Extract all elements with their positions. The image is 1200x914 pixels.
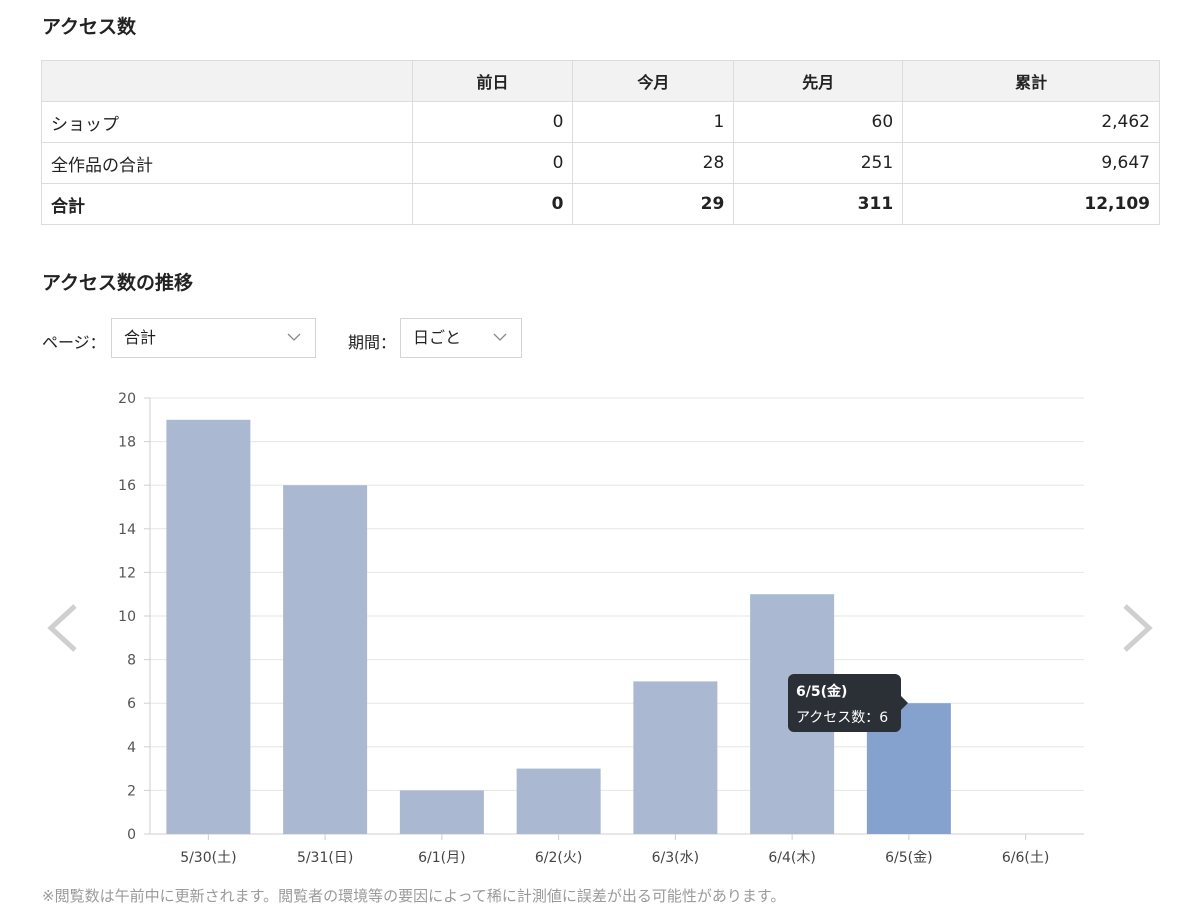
bar	[516, 768, 601, 834]
table-row-all-works: 全作品の合計 0 28 251 9,647	[41, 142, 1160, 184]
bar-tooltip: 6/5(金) アクセス数：6	[788, 674, 908, 732]
y-tick-label: 0	[127, 827, 136, 843]
bar	[633, 681, 718, 834]
y-tick-label: 18	[118, 435, 136, 451]
table-cell: 2,462	[902, 101, 1160, 143]
previous-period-button[interactable]	[45, 600, 79, 656]
chevron-down-icon	[493, 333, 507, 341]
y-tick-label: 10	[118, 609, 136, 625]
page-select[interactable]: 合計	[111, 318, 316, 358]
row-label: 全作品の合計	[41, 142, 413, 184]
chevron-right-icon	[1123, 604, 1153, 652]
y-tick-label: 4	[127, 740, 136, 756]
table-row-shop: ショップ 0 1 60 2,462	[41, 101, 1160, 143]
x-tick-label: 6/5(金)	[885, 850, 932, 866]
page-filter-label: ページ：	[42, 333, 106, 352]
x-tick-label: 5/30(土)	[180, 850, 236, 866]
chevron-down-icon	[287, 333, 301, 341]
row-label: 合計	[41, 183, 413, 225]
tooltip-text: アクセス数：6	[796, 710, 889, 726]
table-header-row: 前日 今月 先月 累計	[41, 60, 1160, 102]
y-tick-label: 8	[127, 653, 136, 669]
footnote: ※閲覧数は午前中に更新されます。閲覧者の環境等の要因によって稀に計測値に誤差が出…	[42, 887, 786, 905]
table-row-total: 合計 0 29 311 12,109	[41, 183, 1160, 225]
x-tick-label: 6/6(土)	[1002, 850, 1049, 866]
access-bar-chart: 0 2 4 6 8 10 12 14 16 18 20 5/30(土) 5/31(日) 6/1(月) 6/2…	[118, 391, 1084, 866]
header-cell-cumulative: 累計	[902, 60, 1160, 102]
bar	[399, 790, 484, 834]
table-cell: 1	[572, 101, 735, 143]
y-tick-label: 14	[118, 522, 136, 538]
row-label: ショップ	[41, 101, 413, 143]
header-cell-blank	[41, 60, 413, 102]
header-cell-this-month: 今月	[572, 60, 735, 102]
x-tick-label: 6/3(水)	[652, 850, 699, 866]
table-cell: 0	[411, 183, 574, 225]
y-tick-label: 12	[118, 565, 136, 581]
tooltip-title: 6/5(金)	[796, 684, 848, 700]
table-cell: 60	[733, 101, 904, 143]
tooltip-arrow	[901, 696, 908, 710]
next-period-button[interactable]	[1121, 600, 1155, 656]
table-cell: 0	[411, 101, 574, 143]
header-cell-previous-day: 前日	[411, 60, 574, 102]
y-tick-label: 16	[118, 478, 136, 494]
table-cell: 12,109	[902, 183, 1160, 225]
table-cell: 9,647	[902, 142, 1160, 184]
table-cell: 311	[733, 183, 904, 225]
y-tick-label: 20	[118, 391, 136, 407]
header-cell-last-month: 先月	[733, 60, 904, 102]
table-cell: 251	[733, 142, 904, 184]
x-tick-label: 6/1(月)	[418, 850, 465, 866]
access-trend-title: アクセス数の推移	[42, 272, 194, 294]
bar	[166, 419, 251, 834]
y-tick-label: 6	[127, 696, 136, 712]
page-select-value: 合計	[124, 328, 157, 347]
table-cell: 29	[572, 183, 735, 225]
x-tick-label: 6/2(火)	[535, 850, 582, 866]
x-tick-label: 6/4(木)	[768, 850, 815, 866]
period-filter-label: 期間：	[348, 333, 397, 352]
period-select-value: 日ごと	[413, 328, 462, 347]
bar	[283, 485, 368, 834]
access-count-title: アクセス数	[42, 16, 137, 38]
chevron-left-icon	[47, 604, 77, 652]
table-cell: 28	[572, 142, 735, 184]
access-stats-table: 前日 今月 先月 累計 ショップ 0 1 60 2,462 全作品の合計 0 2…	[41, 60, 1160, 225]
table-cell: 0	[411, 142, 574, 184]
y-tick-label: 2	[127, 783, 136, 799]
x-tick-label: 5/31(日)	[297, 850, 353, 866]
period-select[interactable]: 日ごと	[400, 318, 522, 358]
